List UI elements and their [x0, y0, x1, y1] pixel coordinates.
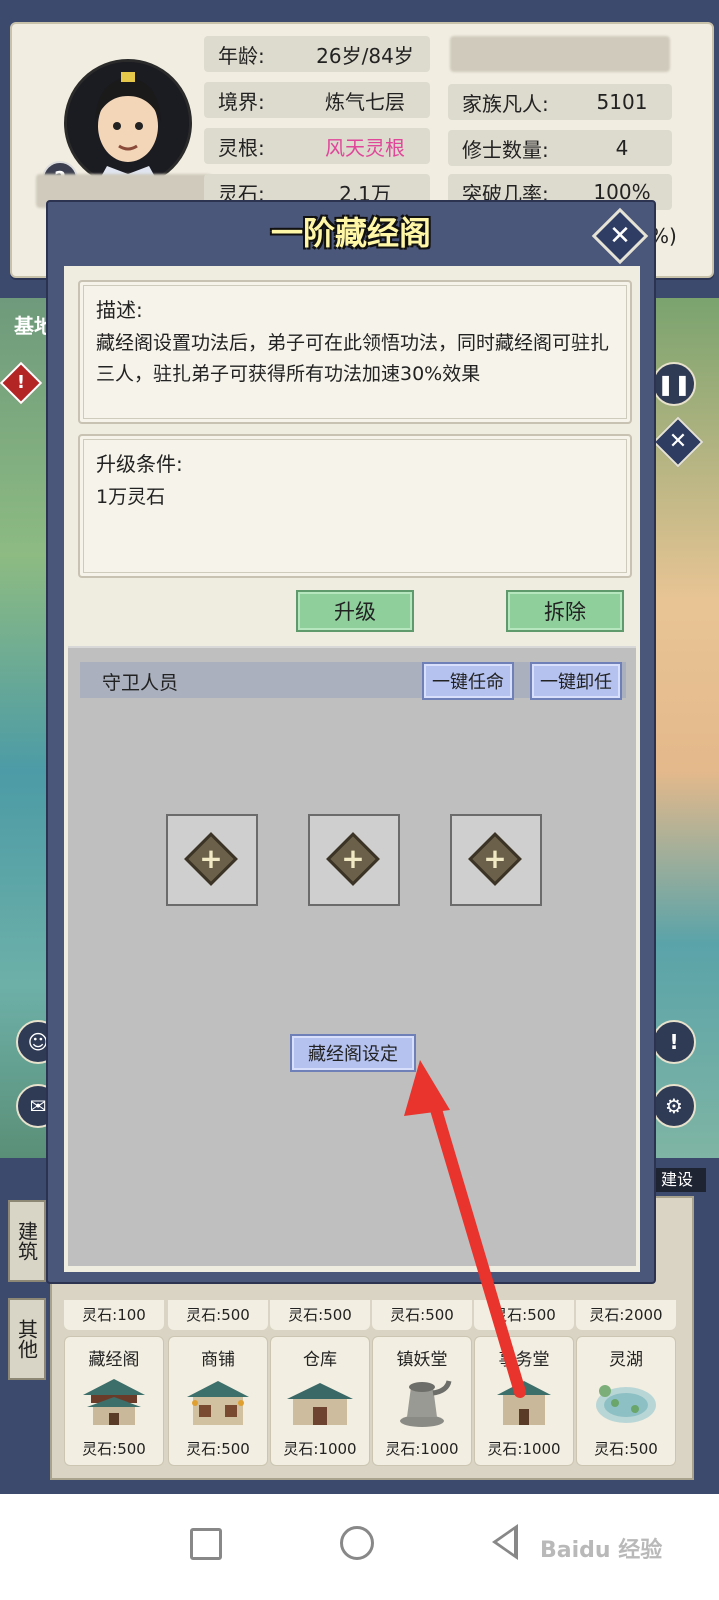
description-title: 描述:: [96, 298, 143, 322]
add-icon: +: [326, 832, 380, 886]
demon-cauldron-icon: [400, 1380, 452, 1427]
requirements-title: 升级条件:: [96, 452, 183, 476]
pavilion-icon: [83, 1379, 145, 1425]
library-dialog: 一阶藏经阁 ✕ 描述: 藏经阁设置功法后，弟子可在此领悟功法，同时藏经阁可驻扎三…: [46, 200, 656, 1284]
watermark: Baidu 经验: [540, 1538, 663, 1563]
gear-icon[interactable]: ⚙: [652, 1084, 696, 1128]
building-name: 仓库: [303, 1350, 337, 1370]
spirit-root-label: 灵根:: [218, 135, 265, 160]
affairs-hall-icon: [497, 1381, 551, 1425]
guard-slot-3[interactable]: +: [450, 814, 542, 906]
description-box: 描述: 藏经阁设置功法后，弟子可在此领悟功法，同时藏经阁可驻扎三人，驻扎弟子可获…: [78, 280, 632, 424]
blurred-field: [450, 36, 670, 72]
back-icon[interactable]: [492, 1524, 518, 1560]
building-name: 藏经阁: [88, 1350, 140, 1370]
building-name: 灵湖: [609, 1350, 643, 1370]
building-name: 镇妖堂: [396, 1350, 448, 1370]
top-row-cost: 灵石:500: [168, 1300, 268, 1330]
building-cost: 灵石:500: [594, 1440, 658, 1458]
building-cost: 灵石:1000: [385, 1440, 459, 1458]
building-cost: 灵石:1000: [283, 1440, 357, 1458]
building-card-warehouse[interactable]: 仓库 灵石:1000: [270, 1336, 370, 1466]
guard-slot-1[interactable]: +: [166, 814, 258, 906]
realm-label: 境界:: [218, 89, 265, 114]
family-value: 5101: [596, 90, 648, 114]
recent-apps-icon[interactable]: [190, 1528, 222, 1560]
avatar[interactable]: [64, 59, 192, 187]
age-label: 年龄:: [218, 43, 265, 68]
building-cost: 灵石:500: [82, 1440, 146, 1458]
building-card-demon-hall[interactable]: 镇妖堂 灵石:1000: [372, 1336, 472, 1466]
guard-label: 守卫人员: [102, 672, 179, 694]
top-row-cost: 灵石:100: [64, 1300, 164, 1330]
description-text: 藏经阁设置功法后，弟子可在此领悟功法，同时藏经阁可驻扎三人，驻扎弟子可获得所有功…: [96, 332, 610, 385]
building-card-affairs-hall[interactable]: 事务堂 灵石:1000: [474, 1336, 574, 1466]
building-name: 事务堂: [498, 1350, 550, 1370]
realm-stat: 境界: 炼气七层: [204, 82, 430, 118]
building-card-shop[interactable]: 商铺 灵石:500: [168, 1336, 268, 1466]
home-icon[interactable]: [340, 1526, 374, 1560]
library-settings-button[interactable]: 藏经阁设定: [290, 1034, 416, 1072]
add-icon: +: [184, 832, 238, 886]
cultivator-stat: 修士数量: 4: [448, 130, 672, 166]
top-row-cost: 灵石:500: [270, 1300, 370, 1330]
building-card-library[interactable]: 藏经阁 灵石:500: [64, 1336, 164, 1466]
add-icon: +: [468, 832, 522, 886]
demolish-button[interactable]: 拆除: [506, 590, 624, 632]
system-nav-bar: Baidu 经验: [0, 1494, 719, 1600]
age-value: 26岁/84岁: [316, 43, 414, 68]
top-row-cost: 灵石:500: [372, 1300, 472, 1330]
dialog-title: 一阶藏经阁: [270, 214, 431, 252]
shop-icon: [187, 1381, 249, 1425]
character-portrait-icon: [67, 62, 189, 184]
guard-panel: 守卫人员 一键任命 一键卸任 + + + 藏经阁设定: [68, 646, 636, 1266]
building-name: 商铺: [201, 1350, 235, 1370]
upgrade-requirements-box: 升级条件: 1万灵石: [78, 434, 632, 578]
family-stat: 家族凡人: 5101: [448, 84, 672, 120]
building-card-spirit-lake[interactable]: 灵湖 灵石:500: [576, 1336, 676, 1466]
guard-slot-2[interactable]: +: [308, 814, 400, 906]
dismiss-all-button[interactable]: 一键卸任: [530, 662, 622, 700]
top-row-cost: 灵石:500: [474, 1300, 574, 1330]
upgrade-button[interactable]: 升级: [296, 590, 414, 632]
pause-icon[interactable]: ❚❚: [652, 362, 696, 406]
family-label: 家族凡人:: [462, 91, 549, 116]
tab-other[interactable]: 其他: [8, 1298, 46, 1380]
lake-icon: [596, 1385, 656, 1423]
spirit-root-value: 风天灵根: [325, 135, 405, 160]
alert-icon[interactable]: !: [652, 1020, 696, 1064]
tab-buildings[interactable]: 建筑: [8, 1200, 46, 1282]
build-tag[interactable]: 建设: [648, 1168, 706, 1192]
requirements-text: 1万灵石: [96, 486, 166, 508]
cultivator-value: 4: [615, 136, 629, 160]
building-cost: 灵石:500: [186, 1440, 250, 1458]
appoint-all-button[interactable]: 一键任命: [422, 662, 514, 700]
building-cost: 灵石:1000: [487, 1440, 561, 1458]
cultivator-label: 修士数量:: [462, 137, 549, 162]
top-row-cost: 灵石:2000: [576, 1300, 676, 1330]
warehouse-icon: [287, 1383, 353, 1425]
realm-value: 炼气七层: [325, 89, 405, 114]
dialog-body: 描述: 藏经阁设置功法后，弟子可在此领悟功法，同时藏经阁可驻扎三人，驻扎弟子可获…: [64, 266, 640, 1272]
spirit-root-stat: 灵根: 风天灵根: [204, 128, 430, 164]
age-stat: 年龄: 26岁/84岁: [204, 36, 430, 72]
